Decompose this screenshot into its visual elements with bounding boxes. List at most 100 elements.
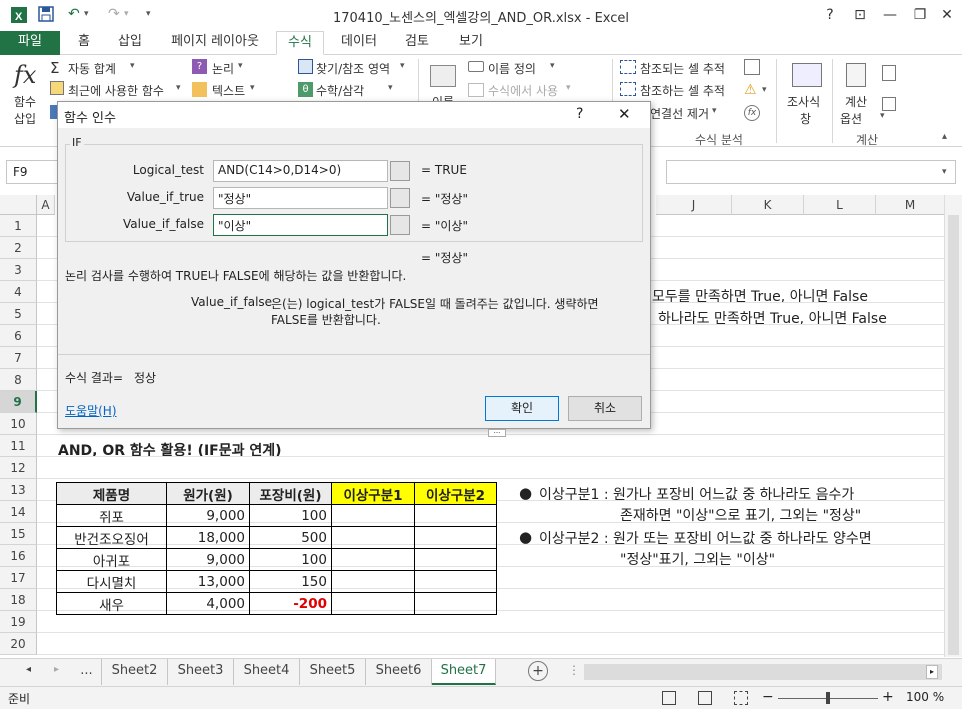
vertical-scrollbar[interactable]: [944, 195, 962, 657]
table-cell[interactable]: [414, 504, 497, 527]
page-layout-view-icon[interactable]: [698, 691, 712, 705]
row-header[interactable]: 8: [0, 369, 37, 391]
error-check-icon[interactable]: ⚠: [744, 82, 757, 98]
table-cell[interactable]: -200: [249, 592, 332, 615]
tab-view[interactable]: 보기: [448, 31, 494, 55]
calculator-icon[interactable]: [846, 63, 866, 87]
tab-formulas[interactable]: 수식: [276, 31, 324, 55]
row-header[interactable]: 20: [0, 633, 37, 655]
tab-page-layout[interactable]: 페이지 레이아웃: [160, 31, 270, 55]
autosum-button[interactable]: 자동 합계: [68, 60, 116, 77]
row-header[interactable]: 6: [0, 325, 37, 347]
logical-test-input[interactable]: AND(C14>0,D14>0): [213, 160, 388, 182]
sheet-tab-sheet6[interactable]: Sheet6: [366, 659, 432, 685]
table-cell[interactable]: 100: [249, 504, 332, 527]
table-cell[interactable]: 쥐포: [56, 504, 167, 527]
row-header[interactable]: 17: [0, 567, 37, 589]
watch-window-label1[interactable]: 조사식: [787, 93, 820, 110]
horizontal-scrollbar[interactable]: [584, 664, 942, 680]
chevron-down-icon[interactable]: ▾: [880, 111, 885, 121]
row-header[interactable]: 13: [0, 479, 37, 501]
table-cell[interactable]: 반건조오징어: [56, 526, 167, 549]
evaluate-formula-icon[interactable]: fx: [744, 105, 760, 121]
row-header[interactable]: 16: [0, 545, 37, 567]
calc-options-label1[interactable]: 계산: [845, 93, 867, 110]
chevron-down-icon[interactable]: ▾: [176, 83, 181, 93]
sheet-tab-sheet7[interactable]: Sheet7: [432, 659, 496, 685]
value-if-true-input[interactable]: "정상": [213, 187, 388, 209]
tab-data[interactable]: 데이터: [332, 31, 386, 55]
table-cell[interactable]: [331, 592, 415, 615]
table-cell[interactable]: [331, 570, 415, 593]
tab-insert[interactable]: 삽입: [108, 31, 152, 55]
chevron-down-icon[interactable]: ▾: [388, 83, 393, 93]
chevron-down-icon[interactable]: ▾: [550, 61, 555, 71]
calc-sheet-icon[interactable]: [882, 97, 896, 111]
help-link[interactable]: 도움말(H): [65, 402, 117, 419]
table-cell[interactable]: [331, 504, 415, 527]
scrollbar-thumb[interactable]: [948, 215, 959, 655]
chevron-down-icon[interactable]: ▾: [712, 106, 717, 116]
row-header[interactable]: 5: [0, 303, 37, 325]
collapse-dialog-icon[interactable]: [390, 215, 410, 235]
row-header[interactable]: 19: [0, 611, 37, 633]
use-in-formula-button[interactable]: 수식에서 사용: [488, 82, 558, 99]
remove-arrows-button[interactable]: 연결선 제거: [650, 105, 709, 122]
math-button[interactable]: 수학/삼각: [316, 82, 364, 99]
show-formulas-icon[interactable]: [744, 59, 760, 75]
collapse-dialog-icon[interactable]: [390, 188, 410, 208]
zoom-slider-thumb[interactable]: [826, 692, 830, 704]
row-header[interactable]: 7: [0, 347, 37, 369]
chevron-down-icon[interactable]: ▾: [400, 61, 405, 71]
close-button[interactable]: ✕: [932, 4, 962, 26]
page-break-view-icon[interactable]: [734, 691, 748, 705]
row-header[interactable]: 2: [0, 237, 37, 259]
cancel-button[interactable]: 취소: [568, 396, 642, 421]
name-manager-icon[interactable]: [430, 65, 456, 87]
trace-precedents-button[interactable]: 참조되는 셀 추적: [640, 60, 725, 77]
lookup-button[interactable]: 찾기/참조 영역: [316, 60, 390, 77]
table-cell[interactable]: [414, 592, 497, 615]
table-cell[interactable]: 아귀포: [56, 548, 167, 571]
row-header[interactable]: 1: [0, 215, 37, 237]
row-header[interactable]: 3: [0, 259, 37, 281]
dialog-close-button[interactable]: ✕: [618, 105, 631, 123]
text-button[interactable]: 텍스트: [212, 82, 245, 99]
table-cell[interactable]: [414, 526, 497, 549]
define-name-button[interactable]: 이름 정의: [488, 60, 536, 77]
calc-options-label2[interactable]: 옵션: [840, 110, 862, 127]
trace-dependents-button[interactable]: 참조하는 셀 추적: [640, 82, 725, 99]
table-cell[interactable]: 100: [249, 548, 332, 571]
chevron-down-icon[interactable]: ▾: [130, 61, 135, 71]
paste-options-icon[interactable]: ···: [488, 429, 506, 437]
watch-window-label2[interactable]: 창: [800, 110, 811, 127]
column-header[interactable]: M: [876, 195, 945, 215]
table-cell[interactable]: 13,000: [166, 570, 250, 593]
ok-button[interactable]: 확인: [485, 396, 559, 421]
row-header[interactable]: 4: [0, 281, 37, 303]
sheet-tab-sheet3[interactable]: Sheet3: [168, 659, 234, 685]
table-cell[interactable]: 다시멸치: [56, 570, 167, 593]
recent-functions-button[interactable]: 최근에 사용한 함수: [68, 82, 164, 99]
normal-view-icon[interactable]: [662, 691, 676, 705]
chevron-down-icon[interactable]: ▾: [250, 83, 255, 93]
scroll-right-icon[interactable]: ▸: [926, 665, 938, 679]
zoom-in-icon[interactable]: +: [882, 689, 894, 705]
minimize-button[interactable]: —: [875, 4, 905, 26]
chevron-down-icon[interactable]: ▾: [566, 83, 571, 93]
column-header[interactable]: J: [656, 195, 732, 215]
value-if-false-input[interactable]: "이상": [213, 214, 388, 236]
add-sheet-icon[interactable]: +: [528, 661, 548, 681]
logical-button[interactable]: 논리: [212, 60, 234, 77]
expand-formula-bar-icon[interactable]: ▾: [942, 167, 947, 177]
row-header[interactable]: 11: [0, 435, 37, 457]
tab-home[interactable]: 홈: [66, 31, 102, 55]
help-button[interactable]: ?: [815, 4, 845, 26]
calc-now-icon[interactable]: [882, 65, 896, 81]
row-header[interactable]: 9: [0, 391, 37, 413]
tab-review[interactable]: 검토: [394, 31, 440, 55]
zoom-level[interactable]: 100 %: [906, 690, 944, 704]
table-header[interactable]: 이상구분2: [414, 482, 497, 505]
table-cell[interactable]: 18,000: [166, 526, 250, 549]
prev-sheet-icon[interactable]: ◂: [26, 664, 31, 675]
